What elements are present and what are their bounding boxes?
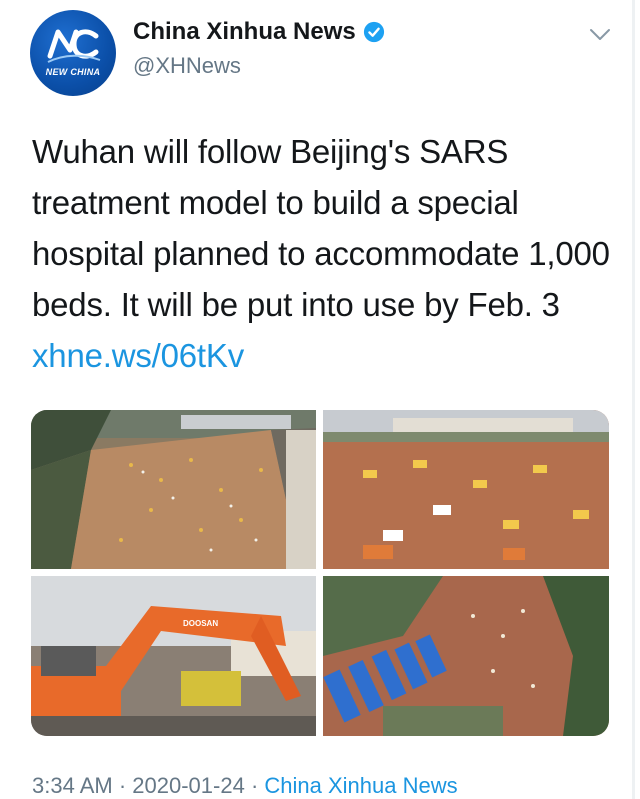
photo-aerial-construction[interactable] bbox=[31, 410, 316, 569]
tweet-source-link[interactable]: China Xinhua News bbox=[264, 773, 457, 798]
photo-aerial-blue-roofs[interactable] bbox=[323, 576, 609, 736]
tweet-meta: 3:34 AM · 2020-01-24 · China Xinhua News bbox=[32, 773, 458, 799]
tweet-text: Wuhan will follow Beijing's SARS treatme… bbox=[32, 126, 612, 381]
tweet-time: 3:34 AM bbox=[32, 773, 113, 798]
display-name[interactable]: China Xinhua News bbox=[133, 18, 356, 46]
media-grid: DOOSAN bbox=[31, 410, 609, 736]
user-handle[interactable]: @XHNews bbox=[133, 53, 241, 79]
photo-excavators-site[interactable] bbox=[323, 410, 609, 569]
meta-separator: · bbox=[112, 773, 133, 798]
chevron-down-icon[interactable] bbox=[588, 26, 612, 44]
scroll-edge bbox=[632, 0, 635, 799]
tweet-date: 2020-01-24 bbox=[132, 773, 245, 798]
tweet-body: Wuhan will follow Beijing's SARS treatme… bbox=[32, 133, 610, 323]
tweet-card: NEW CHINA China Xinhua News @XHNews Wuha… bbox=[0, 0, 640, 799]
photo-doosan-excavator[interactable]: DOOSAN bbox=[31, 576, 316, 736]
excavator-brand: DOOSAN bbox=[183, 619, 218, 628]
avatar-logo bbox=[47, 29, 101, 63]
verified-badge-icon bbox=[363, 21, 384, 43]
name-row: China Xinhua News bbox=[133, 18, 385, 46]
meta-separator: · bbox=[244, 773, 265, 798]
tweet-link[interactable]: xhne.ws/06tKv bbox=[32, 337, 244, 374]
avatar-caption: NEW CHINA bbox=[45, 67, 101, 77]
avatar[interactable]: NEW CHINA bbox=[30, 10, 116, 96]
